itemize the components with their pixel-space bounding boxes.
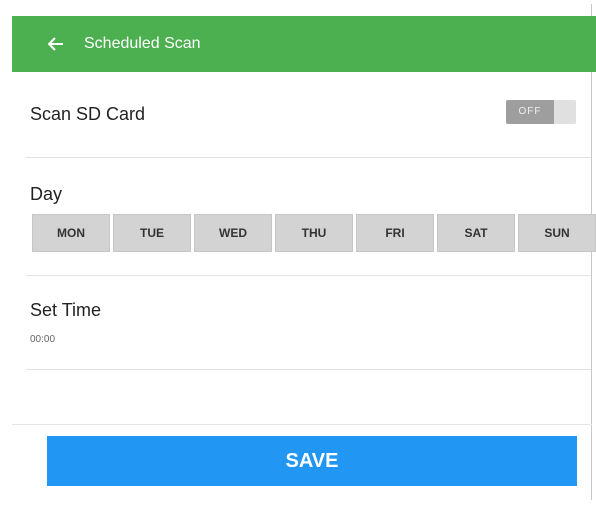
set-time-label: Set Time (30, 300, 102, 320)
day-button-mon[interactable]: MON (32, 214, 110, 252)
scan-sd-card-toggle[interactable]: OFF (506, 100, 576, 124)
arrow-left-icon[interactable] (36, 37, 76, 51)
save-button[interactable]: SAVE (47, 436, 577, 486)
day-button-fri[interactable]: FRI (356, 214, 434, 252)
scan-sd-card-row: Scan SD Card OFF (26, 88, 591, 158)
set-time-row[interactable]: Set Time 00:00 (26, 276, 591, 370)
day-button-tue[interactable]: TUE (113, 214, 191, 252)
set-time-value: 00:00 (30, 334, 56, 345)
page-title: Scheduled Scan (84, 35, 201, 52)
day-label: Day (30, 184, 63, 204)
scheduled-scan-screen: Scheduled Scan Scan SD Card OFF Day MON … (4, 4, 596, 500)
day-button-sat[interactable]: SAT (437, 214, 515, 252)
day-button-thu[interactable]: THU (275, 214, 353, 252)
day-button-sun[interactable]: SUN (518, 214, 596, 252)
toggle-state-label: OFF (506, 100, 554, 124)
scan-sd-card-label: Scan SD Card (30, 104, 146, 124)
day-selector: MON TUE WED THU FRI SAT SUN (32, 214, 596, 252)
divider (12, 424, 592, 425)
day-row: Day MON TUE WED THU FRI SAT SUN (26, 158, 596, 276)
app-bar: Scheduled Scan (12, 16, 596, 72)
day-button-wed[interactable]: WED (194, 214, 272, 252)
